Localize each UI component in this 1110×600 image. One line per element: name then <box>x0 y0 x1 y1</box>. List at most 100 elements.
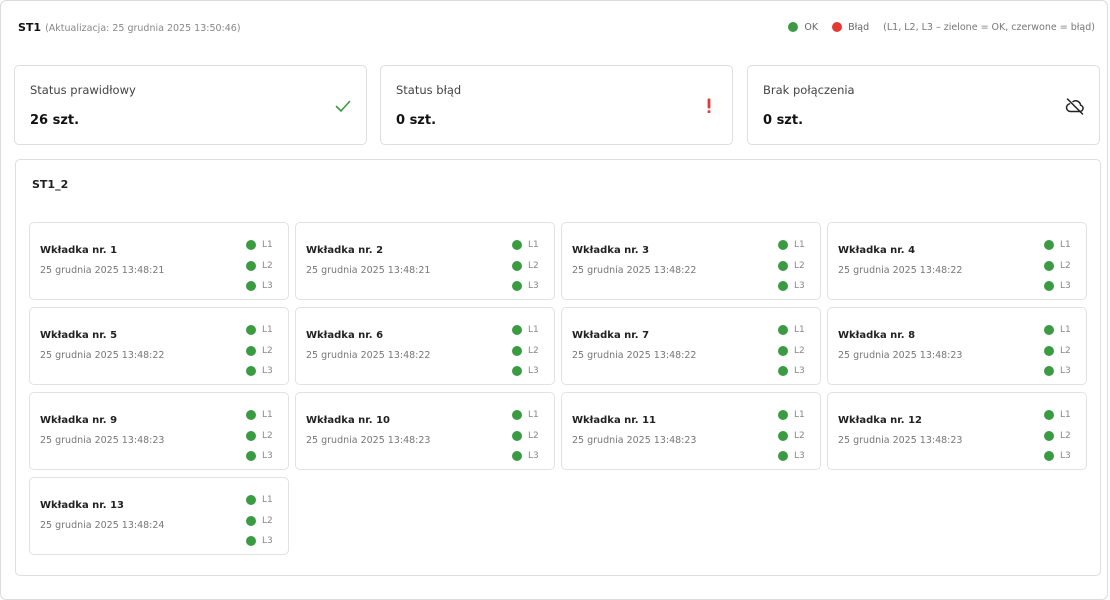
status-dot-icon <box>512 451 522 462</box>
tile-timestamp: 25 grudnia 2025 13:48:22 <box>572 350 697 361</box>
device-tile[interactable]: Wkładka nr. 5 25 grudnia 2025 13:48:22 L1 L… <box>29 307 289 385</box>
line-label: L1 <box>794 325 805 336</box>
error-dot-icon <box>832 22 843 32</box>
line-status-item: L2 <box>512 341 546 362</box>
line-status-item: L2 <box>1044 341 1078 362</box>
legend-error: Błąd <box>832 22 869 33</box>
line-status-list: L1 L2 L3 <box>1044 405 1078 467</box>
status-dot-icon <box>778 260 788 271</box>
line-status-list: L1 L2 L3 <box>246 405 280 467</box>
line-label: L3 <box>794 366 805 377</box>
line-label: L2 <box>262 260 273 271</box>
device-tile[interactable]: Wkładka nr. 12 25 grudnia 2025 13:48:23 L1… <box>827 392 1087 470</box>
device-tile[interactable]: Wkładka nr. 8 25 grudnia 2025 13:48:23 L1 L… <box>827 307 1087 385</box>
line-status-item: L2 <box>778 341 812 362</box>
line-status-item: L1 <box>778 405 812 426</box>
tile-timestamp: 25 grudnia 2025 13:48:23 <box>838 350 963 361</box>
line-label: L2 <box>1060 260 1071 271</box>
status-legend: OK Błąd (L1, L2, L3 – zielone = OK, czer… <box>788 22 1095 33</box>
line-status-list: L1 L2 L3 <box>512 320 546 382</box>
line-status-item: L1 <box>1044 320 1078 341</box>
card-label: Status błąd <box>396 83 462 97</box>
no-connection-card: Brak połączenia 0 szt. <box>747 65 1100 145</box>
line-status-list: L1 L2 L3 <box>246 235 280 297</box>
status-dot-icon <box>246 325 256 336</box>
device-tile[interactable]: Wkładka nr. 9 25 grudnia 2025 13:48:23 L1 L… <box>29 392 289 470</box>
legend-ok-label: OK <box>804 21 819 33</box>
tile-name: Wkładka nr. 9 <box>40 415 118 426</box>
status-dot-icon <box>778 366 788 377</box>
line-status-list: L1 L2 L3 <box>246 490 280 552</box>
section-title: ST1_2 <box>32 178 69 191</box>
line-label: L3 <box>794 281 805 292</box>
line-label: L1 <box>528 325 539 336</box>
line-label: L2 <box>262 515 273 526</box>
device-tile[interactable]: Wkładka nr. 2 25 grudnia 2025 13:48:21 L1 L… <box>295 222 555 300</box>
status-dot-icon <box>246 451 256 462</box>
status-dot-icon <box>246 345 256 356</box>
status-error-card: Status błąd 0 szt. <box>380 65 733 145</box>
line-status-item: L1 <box>246 235 280 256</box>
tile-name: Wkładka nr. 10 <box>306 415 390 426</box>
title-group: ST1 (Aktualizacja: 25 grudnia 2025 13:50… <box>18 21 241 34</box>
line-status-item: L1 <box>778 235 812 256</box>
status-dot-icon <box>778 240 788 251</box>
status-dot-icon <box>1044 451 1054 462</box>
line-status-item: L1 <box>778 320 812 341</box>
device-tile[interactable]: Wkładka nr. 1 25 grudnia 2025 13:48:21 L1 L… <box>29 222 289 300</box>
line-label: L1 <box>528 240 539 251</box>
line-status-list: L1 L2 L3 <box>778 320 812 382</box>
line-label: L2 <box>1060 345 1071 356</box>
tile-name: Wkładka nr. 11 <box>572 415 656 426</box>
status-dot-icon <box>1044 281 1054 292</box>
device-tile[interactable]: Wkładka nr. 4 25 grudnia 2025 13:48:22 L1 L… <box>827 222 1087 300</box>
legend-error-label: Błąd <box>848 21 870 33</box>
status-dot-icon <box>246 240 256 251</box>
status-dot-icon <box>1044 345 1054 356</box>
line-label: L1 <box>794 240 805 251</box>
status-dot-icon <box>246 536 256 547</box>
status-dot-icon <box>512 345 522 356</box>
line-status-item: L1 <box>1044 235 1078 256</box>
status-dot-icon <box>778 410 788 421</box>
tile-timestamp: 25 grudnia 2025 13:48:23 <box>306 435 431 446</box>
status-dot-icon <box>1044 410 1054 421</box>
status-dot-icon <box>246 260 256 271</box>
tile-name: Wkładka nr. 6 <box>306 330 384 341</box>
status-dot-icon <box>246 410 256 421</box>
status-dot-icon <box>778 325 788 336</box>
status-dot-icon <box>778 451 788 462</box>
line-label: L3 <box>528 281 539 292</box>
line-label: L2 <box>1060 430 1071 441</box>
device-tile[interactable]: Wkładka nr. 3 25 grudnia 2025 13:48:22 L1 L… <box>561 222 821 300</box>
tile-name: Wkładka nr. 7 <box>572 330 650 341</box>
device-tile[interactable]: Wkładka nr. 10 25 grudnia 2025 13:48:23 L1… <box>295 392 555 470</box>
status-dot-icon <box>778 430 788 441</box>
status-dot-icon <box>778 281 788 292</box>
device-tile[interactable]: Wkładka nr. 13 25 grudnia 2025 13:48:24 L1… <box>29 477 289 555</box>
tile-grid: Wkładka nr. 1 25 grudnia 2025 13:48:21 L1 L… <box>29 222 1087 555</box>
status-dot-icon <box>512 366 522 377</box>
line-status-list: L1 L2 L3 <box>246 320 280 382</box>
status-dot-icon <box>512 240 522 251</box>
line-label: L2 <box>528 430 539 441</box>
status-dot-icon <box>512 410 522 421</box>
line-status-item: L2 <box>512 426 546 447</box>
line-status-item: L3 <box>1044 446 1078 467</box>
line-status-item: L3 <box>246 361 280 382</box>
tile-timestamp: 25 grudnia 2025 13:48:22 <box>838 265 963 276</box>
line-status-item: L3 <box>512 361 546 382</box>
line-status-item: L2 <box>246 256 280 277</box>
line-label: L2 <box>528 345 539 356</box>
device-tile[interactable]: Wkładka nr. 6 25 grudnia 2025 13:48:22 L1 L… <box>295 307 555 385</box>
line-status-item: L1 <box>246 490 280 511</box>
line-status-item: L1 <box>512 235 546 256</box>
status-dot-icon <box>246 281 256 292</box>
line-label: L1 <box>262 495 273 506</box>
line-status-item: L1 <box>1044 405 1078 426</box>
device-tile[interactable]: Wkładka nr. 7 25 grudnia 2025 13:48:22 L1 L… <box>561 307 821 385</box>
line-label: L2 <box>794 430 805 441</box>
device-tile[interactable]: Wkładka nr. 11 25 grudnia 2025 13:48:23 L1… <box>561 392 821 470</box>
line-status-list: L1 L2 L3 <box>512 405 546 467</box>
page-title: ST1 <box>18 20 42 34</box>
